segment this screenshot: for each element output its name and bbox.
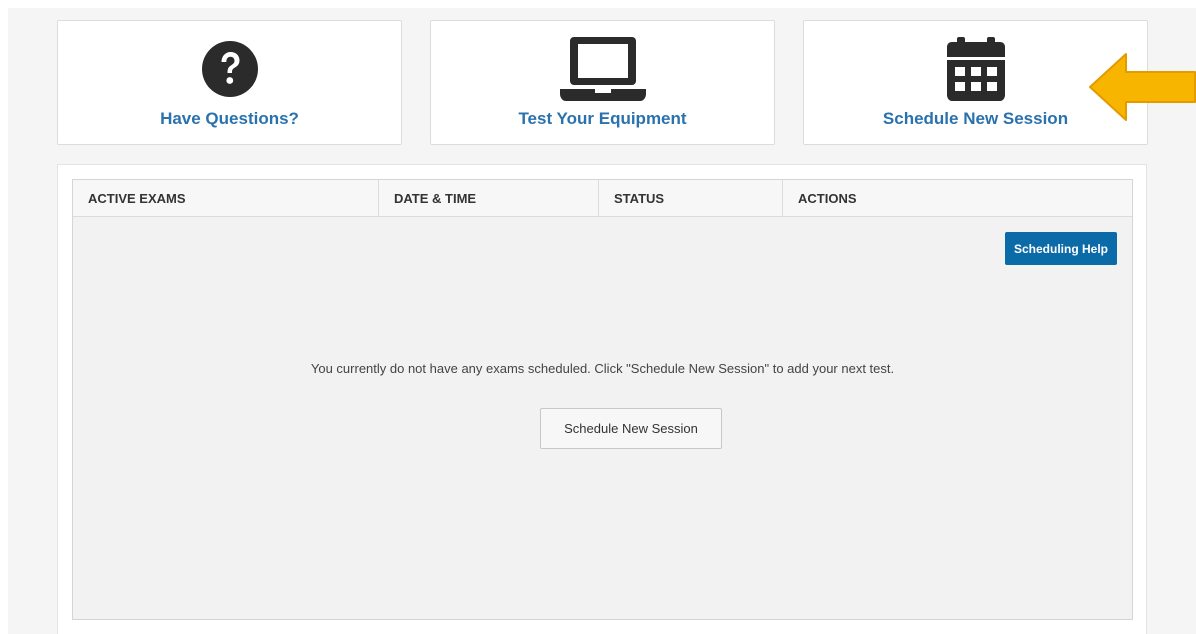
- left-arrow-icon: [1089, 53, 1196, 121]
- question-circle-icon: [201, 37, 259, 101]
- laptop-icon: [559, 37, 646, 101]
- empty-state-message: You currently do not have any exams sche…: [310, 361, 895, 376]
- schedule-new-session-button[interactable]: Schedule New Session: [540, 408, 722, 449]
- have-questions-card[interactable]: Have Questions?: [57, 20, 402, 145]
- table-header: ACTIVE EXAMS DATE & TIME STATUS ACTIONS: [73, 180, 1132, 217]
- schedule-new-session-label[interactable]: Schedule New Session: [883, 109, 1068, 129]
- column-header-actions: ACTIONS: [798, 190, 857, 206]
- column-header-status: STATUS: [599, 180, 783, 216]
- test-equipment-card[interactable]: Test Your Equipment: [430, 20, 775, 145]
- have-questions-label[interactable]: Have Questions?: [160, 109, 299, 129]
- test-equipment-label[interactable]: Test Your Equipment: [518, 109, 686, 129]
- calendar-icon: [946, 37, 1005, 101]
- column-header-date-time: DATE & TIME: [379, 180, 599, 216]
- active-exams-table: ACTIVE EXAMS DATE & TIME STATUS ACTIONS …: [72, 179, 1133, 620]
- column-header-active-exams: ACTIVE EXAMS: [73, 180, 379, 216]
- scheduling-help-button[interactable]: Scheduling Help: [1004, 232, 1117, 265]
